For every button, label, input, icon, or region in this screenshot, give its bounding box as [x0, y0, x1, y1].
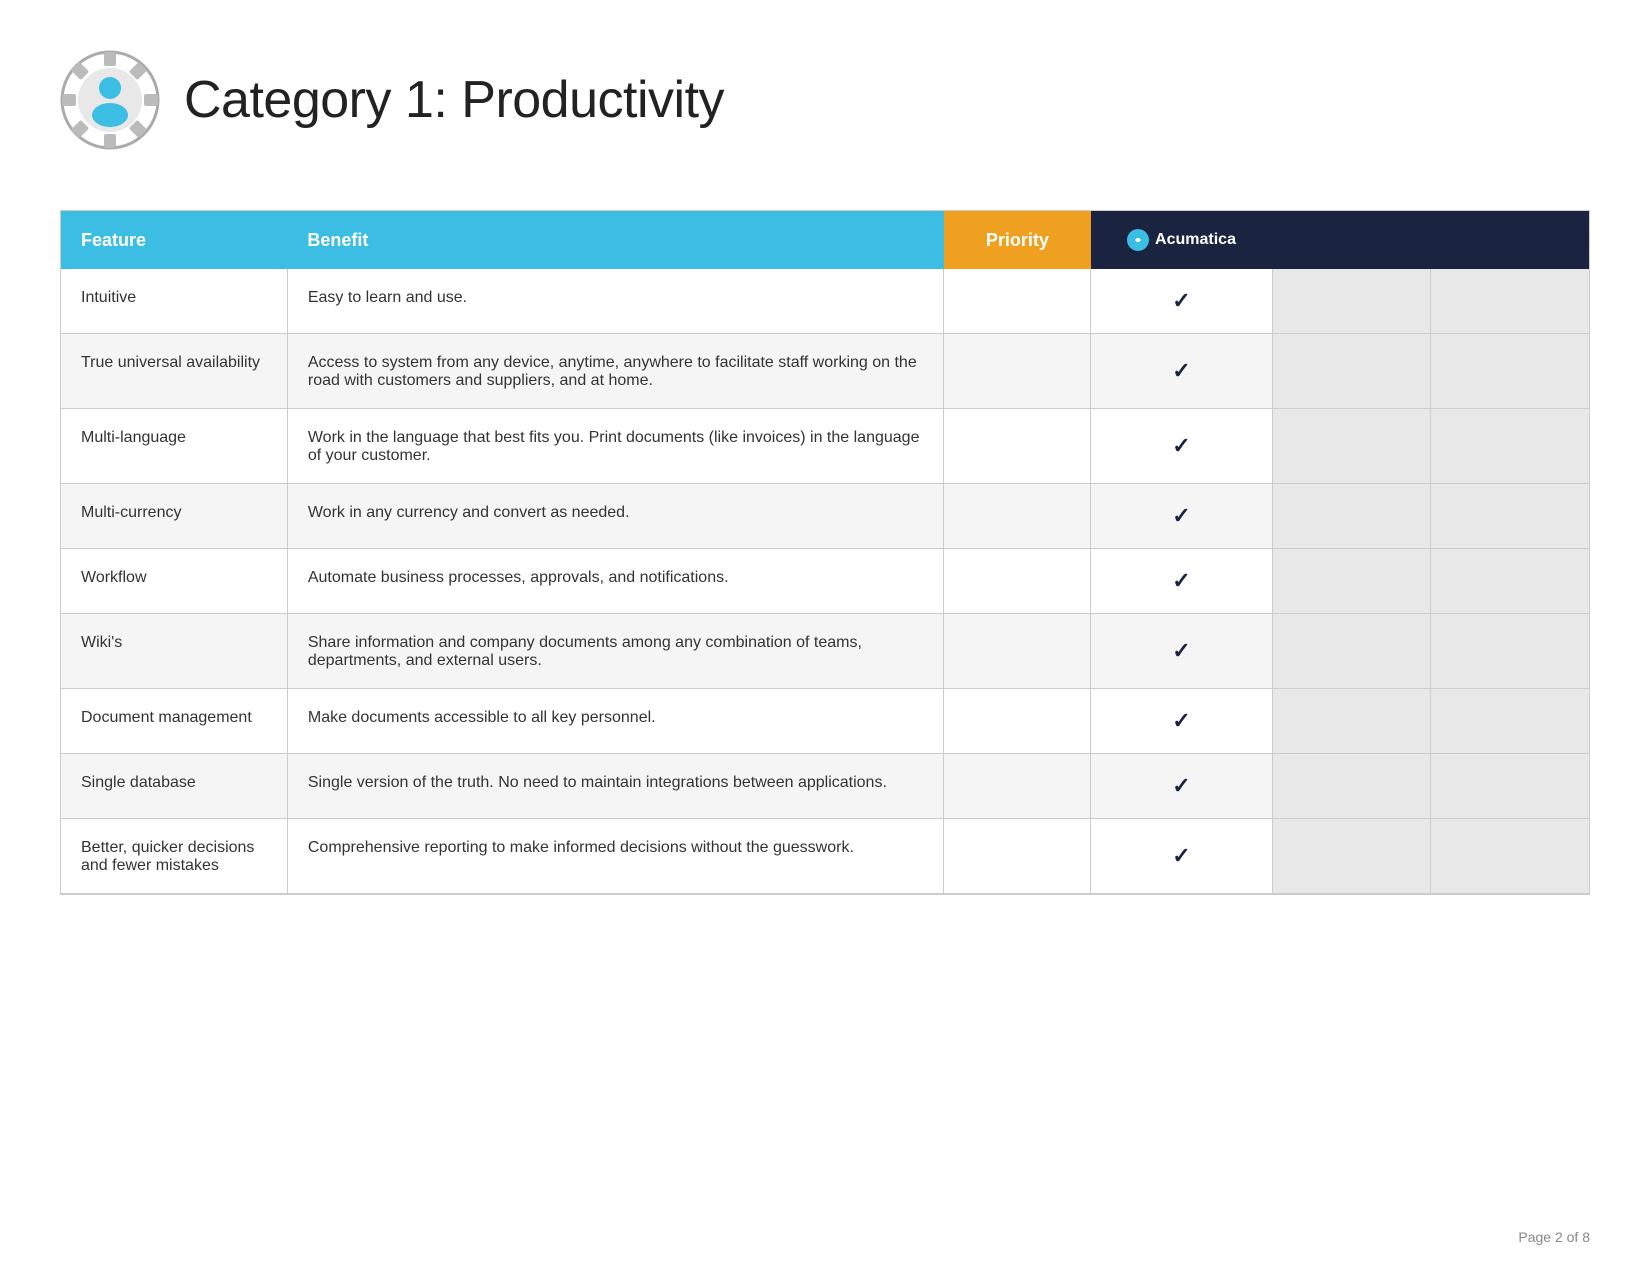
table-row: WorkflowAutomate business processes, app… [61, 549, 1589, 614]
col-header-priority: Priority [944, 211, 1091, 269]
cell-priority [944, 484, 1091, 549]
cell-acumatica-check: ✓ [1091, 549, 1272, 614]
cell-col4 [1272, 754, 1430, 819]
checkmark-icon: ✓ [1172, 433, 1190, 458]
cell-feature: Workflow [61, 549, 287, 614]
cell-priority [944, 819, 1091, 894]
page-number: Page 2 of 8 [1518, 1229, 1590, 1245]
col-header-acumatica: Acumatica [1091, 211, 1272, 269]
cell-benefit: Automate business processes, approvals, … [287, 549, 943, 614]
cell-acumatica-check: ✓ [1091, 409, 1272, 484]
cell-col4 [1272, 484, 1430, 549]
cell-priority [944, 334, 1091, 409]
table-row: Multi-languageWork in the language that … [61, 409, 1589, 484]
cell-benefit: Work in the language that best fits you.… [287, 409, 943, 484]
cell-col5 [1431, 754, 1589, 819]
table-row: Better, quicker decisions and fewer mist… [61, 819, 1589, 894]
col-header-benefit: Benefit [287, 211, 943, 269]
cell-acumatica-check: ✓ [1091, 689, 1272, 754]
cell-col4 [1272, 269, 1430, 334]
table-row: Multi-currencyWork in any currency and c… [61, 484, 1589, 549]
cell-col5 [1431, 689, 1589, 754]
cell-feature: Single database [61, 754, 287, 819]
cell-acumatica-check: ✓ [1091, 614, 1272, 689]
cell-col4 [1272, 409, 1430, 484]
table-row: IntuitiveEasy to learn and use. ✓ [61, 269, 1589, 334]
cell-col4 [1272, 549, 1430, 614]
cell-benefit: Share information and company documents … [287, 614, 943, 689]
cell-benefit: Easy to learn and use. [287, 269, 943, 334]
checkmark-icon: ✓ [1172, 568, 1190, 593]
cell-priority [944, 614, 1091, 689]
cell-benefit: Make documents accessible to all key per… [287, 689, 943, 754]
cell-feature: Document management [61, 689, 287, 754]
cell-priority [944, 549, 1091, 614]
cell-feature: True universal availability [61, 334, 287, 409]
checkmark-icon: ✓ [1172, 708, 1190, 733]
cell-priority [944, 409, 1091, 484]
productivity-icon [60, 50, 160, 150]
cell-col4 [1272, 689, 1430, 754]
cell-col5 [1431, 334, 1589, 409]
feature-table: Feature Benefit Priority [60, 210, 1590, 895]
cell-acumatica-check: ✓ [1091, 484, 1272, 549]
cell-col5 [1431, 819, 1589, 894]
cell-col5 [1431, 269, 1589, 334]
cell-col4 [1272, 614, 1430, 689]
col-header-feature: Feature [61, 211, 287, 269]
cell-feature: Better, quicker decisions and fewer mist… [61, 819, 287, 894]
page: Category 1: Productivity Feature Benefit… [0, 0, 1650, 1275]
cell-acumatica-check: ✓ [1091, 754, 1272, 819]
cell-feature: Multi-language [61, 409, 287, 484]
table-row: Document managementMake documents access… [61, 689, 1589, 754]
cell-benefit: Access to system from any device, anytim… [287, 334, 943, 409]
table-header-row: Feature Benefit Priority [61, 211, 1589, 269]
cell-benefit: Comprehensive reporting to make informed… [287, 819, 943, 894]
cell-col5 [1431, 484, 1589, 549]
cell-feature: Wiki's [61, 614, 287, 689]
cell-feature: Intuitive [61, 269, 287, 334]
page-title: Category 1: Productivity [184, 70, 724, 130]
acumatica-logo-icon [1127, 229, 1149, 251]
checkmark-icon: ✓ [1172, 638, 1190, 663]
checkmark-icon: ✓ [1172, 843, 1190, 868]
cell-col5 [1431, 614, 1589, 689]
cell-col5 [1431, 409, 1589, 484]
cell-feature: Multi-currency [61, 484, 287, 549]
cell-priority [944, 689, 1091, 754]
acumatica-logo: Acumatica [1111, 229, 1252, 251]
cell-acumatica-check: ✓ [1091, 819, 1272, 894]
cell-benefit: Single version of the truth. No need to … [287, 754, 943, 819]
cell-benefit: Work in any currency and convert as need… [287, 484, 943, 549]
cell-col4 [1272, 334, 1430, 409]
col-header-col5 [1431, 211, 1589, 269]
cell-col4 [1272, 819, 1430, 894]
checkmark-icon: ✓ [1172, 288, 1190, 313]
cell-acumatica-check: ✓ [1091, 269, 1272, 334]
cell-acumatica-check: ✓ [1091, 334, 1272, 409]
col-header-col4 [1272, 211, 1430, 269]
checkmark-icon: ✓ [1172, 358, 1190, 383]
checkmark-icon: ✓ [1172, 503, 1190, 528]
page-header: Category 1: Productivity [60, 40, 1590, 160]
table-row: Single databaseSingle version of the tru… [61, 754, 1589, 819]
cell-col5 [1431, 549, 1589, 614]
cell-priority [944, 269, 1091, 334]
checkmark-icon: ✓ [1172, 773, 1190, 798]
acumatica-logo-text: Acumatica [1155, 231, 1236, 249]
table-row: Wiki'sShare information and company docu… [61, 614, 1589, 689]
table-row: True universal availabilityAccess to sys… [61, 334, 1589, 409]
cell-priority [944, 754, 1091, 819]
